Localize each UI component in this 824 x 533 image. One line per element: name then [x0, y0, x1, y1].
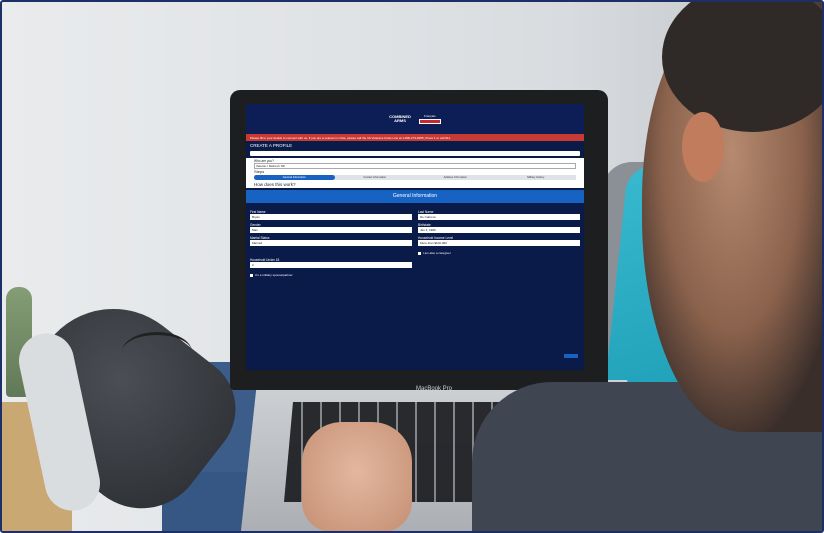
checkbox[interactable] — [418, 251, 421, 255]
crisis-alert-banner: Please fill in your details to connect w… — [246, 134, 584, 141]
last-name-input[interactable]: De Cabrera — [418, 214, 580, 220]
photo-frame: COMBINED ARMS Français Please fill in yo… — [0, 0, 824, 533]
form-grid: First Name Bryan Last Name De Cabrera Ge… — [250, 207, 580, 268]
step-contact[interactable]: Contact Information — [335, 175, 416, 180]
field-household-under-18: Household Under 18 2 — [250, 258, 412, 268]
profile-form: CREATE A PROFILE Who are you? Veteran / … — [246, 141, 584, 279]
spouse-checkbox-row[interactable]: I'm a military spouse/partner — [250, 273, 580, 277]
checkbox[interactable] — [250, 273, 253, 277]
next-button[interactable] — [564, 354, 578, 358]
step-general[interactable]: General Information — [254, 175, 335, 180]
form-title-bar: General Information — [246, 190, 584, 203]
steps-title: Steps — [254, 169, 265, 174]
field-gender: Gender Man — [250, 223, 412, 233]
caregiver-checkbox-row[interactable]: I am also a caregiver — [418, 251, 580, 255]
language-switch[interactable]: Français — [418, 114, 441, 124]
spouse-label: I'm a military spouse/partner — [255, 273, 293, 277]
gender-select[interactable]: Man — [250, 227, 412, 233]
income-select[interactable]: More than $100,000 — [418, 240, 580, 246]
step-address[interactable]: Address Information — [415, 175, 496, 180]
field-last-name: Last Name De Cabrera — [418, 210, 580, 220]
profile-select[interactable] — [250, 151, 580, 156]
step-military[interactable]: Military History — [496, 175, 577, 180]
person-ear — [682, 112, 724, 182]
language-label: Français — [424, 114, 436, 118]
caregiver-label: I am also a caregiver — [423, 251, 451, 255]
how-it-works-title[interactable]: How does this work? — [254, 182, 576, 187]
sneaker-laces — [122, 332, 192, 372]
field-income: Household Income Level More than $100,00… — [418, 236, 580, 255]
field-first-name: First Name Bryan — [250, 210, 412, 220]
who-panel: Who are you? Veteran / Retired / 6th Ste… — [246, 158, 584, 188]
household-under-18-select[interactable]: 2 — [250, 262, 412, 268]
language-toggle[interactable] — [418, 119, 441, 124]
laptop-screen: COMBINED ARMS Français Please fill in yo… — [246, 104, 584, 370]
steps-bar: General Information Contact Information … — [254, 175, 576, 180]
left-hand — [302, 422, 412, 531]
field-birthdate: Birthdate Jan 3, 1980 — [418, 223, 580, 233]
field-marital-status: Marital Status Married — [250, 236, 412, 255]
site-header: COMBINED ARMS Français — [246, 104, 584, 134]
alert-text: Please fill in your details to connect w… — [250, 136, 451, 140]
marital-status-select[interactable]: Married — [250, 240, 412, 246]
birthdate-input[interactable]: Jan 3, 1980 — [418, 227, 580, 233]
site-logo[interactable]: COMBINED ARMS — [389, 115, 411, 123]
logo-line-2: ARMS — [394, 118, 406, 123]
section-title: CREATE A PROFILE — [250, 143, 293, 148]
first-name-input[interactable]: Bryan — [250, 214, 412, 220]
device-label: MacBook Pro — [415, 386, 452, 392]
